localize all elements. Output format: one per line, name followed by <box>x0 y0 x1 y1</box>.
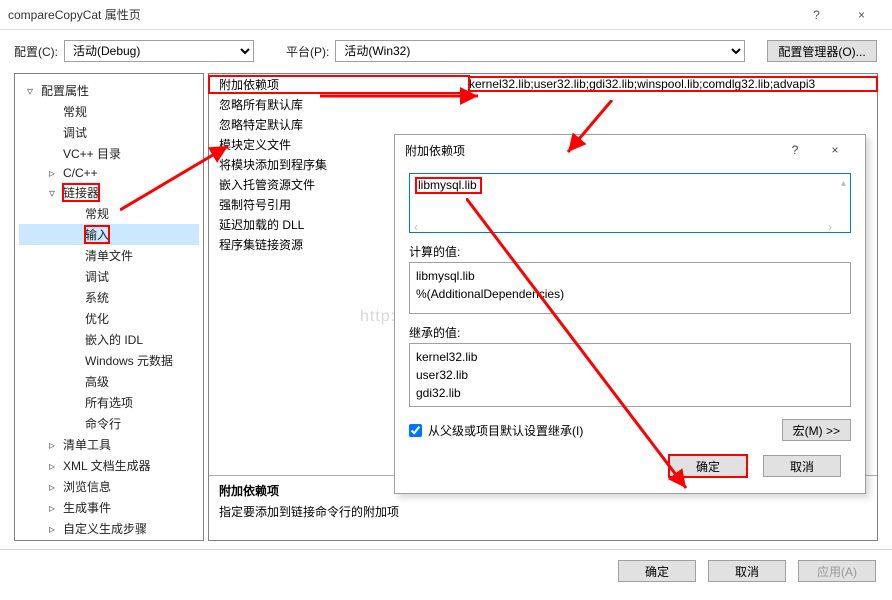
tree-item[interactable]: 命令行 <box>19 413 199 434</box>
tree-item-label: 自定义生成步骤 <box>63 520 147 537</box>
tree-item-label: 调试 <box>63 124 87 141</box>
config-select[interactable]: 活动(Debug) <box>64 40 254 62</box>
tree-item[interactable]: 优化 <box>19 308 199 329</box>
dialog-buttons: 确定 取消 应用(A) <box>0 549 892 592</box>
modal-cancel-button[interactable]: 取消 <box>763 455 841 477</box>
platform-label: 平台(P): <box>286 43 329 60</box>
property-row[interactable]: 附加依赖项kernel32.lib;user32.lib;gdi32.lib;w… <box>209 74 877 94</box>
help-icon[interactable]: ? <box>794 0 839 30</box>
tree-item-label: 清单工具 <box>63 436 111 453</box>
tree-twisty-icon[interactable]: ▹ <box>47 166 57 180</box>
tree-item-label: VC++ 目录 <box>63 145 121 162</box>
scroll-up-icon[interactable]: ▴ <box>841 178 846 189</box>
apply-button[interactable]: 应用(A) <box>798 560 876 582</box>
deps-edit-value: libmysql.lib <box>416 178 481 193</box>
tree-item-label: 系统 <box>85 289 109 306</box>
tree-twisty-icon[interactable]: ▹ <box>47 501 57 515</box>
titlebar: compareCopyCat 属性页 ? × <box>0 0 892 30</box>
tree-twisty-icon[interactable]: ▹ <box>47 459 57 473</box>
tree-item-label: 清单文件 <box>85 247 133 264</box>
tree-item-label: 优化 <box>85 310 109 327</box>
property-tree[interactable]: ▿配置属性常规调试VC++ 目录▹C/C++▿链接器常规输入清单文件调试系统优化… <box>14 73 204 541</box>
tree-item[interactable]: ▿ 链接器 <box>19 182 199 203</box>
tree-item[interactable]: 高级 <box>19 371 199 392</box>
modal-close-icon[interactable]: × <box>815 143 855 157</box>
modal-ok-button[interactable]: 确定 <box>669 455 747 477</box>
tree-item[interactable]: 输入 <box>19 224 199 245</box>
tree-item[interactable]: 调试 <box>19 266 199 287</box>
ok-button[interactable]: 确定 <box>618 560 696 582</box>
calc-line: %(AdditionalDependencies) <box>416 285 844 303</box>
tree-item-label: 常规 <box>85 205 109 222</box>
modal-titlebar: 附加依赖项 ? × <box>395 135 865 165</box>
property-key: 忽略特定默认库 <box>209 116 469 133</box>
tree-item-label: 生成事件 <box>63 499 111 516</box>
property-row[interactable]: 忽略特定默认库 <box>209 114 877 134</box>
tree-twisty-icon[interactable]: ▹ <box>47 480 57 494</box>
configuration-row: 配置(C): 活动(Debug) 平台(P): 活动(Win32) 配置管理器(… <box>0 30 892 73</box>
tree-item[interactable]: VC++ 目录 <box>19 143 199 164</box>
deps-edit-box[interactable]: libmysql.lib ▴ ‹› <box>409 173 851 233</box>
tree-item[interactable]: 常规 <box>19 101 199 122</box>
property-key: 附加依赖项 <box>209 76 469 93</box>
tree-item[interactable]: ▹ XML 文档生成器 <box>19 455 199 476</box>
window-title: compareCopyCat 属性页 <box>8 6 794 23</box>
tree-item[interactable]: ▹ 自定义生成步骤 <box>19 518 199 539</box>
tree-item-label: 链接器 <box>63 184 99 201</box>
tree-item-label: XML 文档生成器 <box>63 457 151 474</box>
tree-item[interactable]: ▿ 配置属性 <box>19 80 199 101</box>
inherit-label: 从父级或项目默认设置继承(I) <box>428 422 583 439</box>
tree-twisty-icon[interactable]: ▹ <box>47 522 57 536</box>
tree-item-label: 浏览信息 <box>63 478 111 495</box>
property-row[interactable]: 忽略所有默认库 <box>209 94 877 114</box>
tree-item[interactable]: Windows 元数据 <box>19 350 199 371</box>
config-label: 配置(C): <box>14 43 58 60</box>
tree-item-label: Windows 元数据 <box>85 352 173 369</box>
property-value[interactable]: kernel32.lib;user32.lib;gdi32.lib;winspo… <box>469 77 877 91</box>
modal-title: 附加依赖项 <box>405 142 775 159</box>
platform-select[interactable]: 活动(Win32) <box>335 40 745 62</box>
calculated-label: 计算的值: <box>409 243 851 260</box>
tree-item[interactable]: 系统 <box>19 287 199 308</box>
inherited-label: 继承的值: <box>409 324 851 341</box>
tree-item-label: 常规 <box>63 103 87 120</box>
tree-item-label: 配置属性 <box>41 82 89 99</box>
tree-item[interactable]: ▹ 浏览信息 <box>19 476 199 497</box>
tree-item-label: C/C++ <box>63 166 98 180</box>
tree-item-label: 高级 <box>85 373 109 390</box>
tree-item[interactable]: 调试 <box>19 122 199 143</box>
inh-line: kernel32.lib <box>416 348 844 366</box>
tree-item[interactable]: ▹ 清单工具 <box>19 434 199 455</box>
tree-twisty-icon[interactable]: ▿ <box>47 186 57 200</box>
tree-item[interactable]: 清单文件 <box>19 245 199 266</box>
tree-item[interactable]: 常规 <box>19 203 199 224</box>
tree-twisty-icon[interactable]: ▿ <box>25 84 35 98</box>
tree-twisty-icon[interactable]: ▹ <box>47 438 57 452</box>
tree-item-label: 调试 <box>85 268 109 285</box>
propdesc-text: 指定要添加到链接命令行的附加项 <box>219 503 867 520</box>
modal-help-icon[interactable]: ? <box>775 143 815 157</box>
close-icon[interactable]: × <box>839 0 884 30</box>
tree-item[interactable]: 所有选项 <box>19 392 199 413</box>
macro-button[interactable]: 宏(M) >> <box>782 419 851 441</box>
additional-deps-dialog: 附加依赖项 ? × libmysql.lib ▴ ‹› 计算的值: libmys… <box>394 134 866 494</box>
cancel-button[interactable]: 取消 <box>708 560 786 582</box>
inh-line: user32.lib <box>416 366 844 384</box>
calc-line: libmysql.lib <box>416 267 844 285</box>
tree-item[interactable]: ▹ 生成事件 <box>19 497 199 518</box>
tree-item-label: 命令行 <box>85 415 121 432</box>
tree-item-label: 嵌入的 IDL <box>85 331 143 348</box>
config-manager-button[interactable]: 配置管理器(O)... <box>767 40 876 62</box>
tree-item[interactable]: ▹ C/C++ <box>19 164 199 182</box>
property-key: 忽略所有默认库 <box>209 96 469 113</box>
calculated-box: libmysql.lib%(AdditionalDependencies) <box>409 262 851 314</box>
inherit-checkbox[interactable] <box>409 424 422 437</box>
tree-item[interactable]: 嵌入的 IDL <box>19 329 199 350</box>
tree-item-label: 输入 <box>85 226 109 243</box>
inherited-box: kernel32.libuser32.libgdi32.lib <box>409 343 851 407</box>
inh-line: gdi32.lib <box>416 384 844 402</box>
tree-item-label: 所有选项 <box>85 394 133 411</box>
tree-item[interactable]: ▹代码分析 <box>19 539 199 541</box>
